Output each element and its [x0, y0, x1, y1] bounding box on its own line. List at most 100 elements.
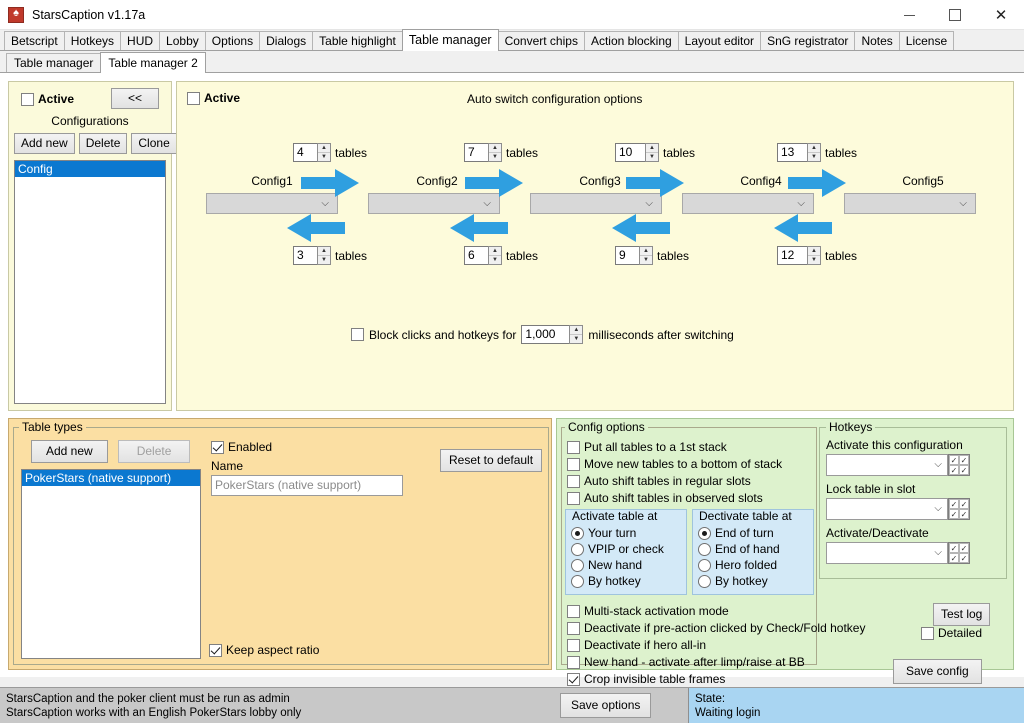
tab-hotkeys[interactable]: Hotkeys [63, 31, 122, 50]
unit-label: tables [335, 145, 368, 160]
save-options-button[interactable]: Save options [560, 693, 652, 718]
checkbox-icon [21, 92, 34, 106]
subtab-table-manager-2[interactable]: Table manager 2 [100, 52, 206, 73]
spinner-arrows-icon[interactable]: ▲ ▼ [488, 246, 502, 265]
reset-to-default-button[interactable]: Reset to default [440, 449, 543, 472]
tab-dialogs[interactable]: Dialogs [259, 31, 314, 50]
spinner-arrows-icon[interactable]: ▲ ▼ [488, 143, 502, 162]
detailed-checkbox[interactable]: Detailed [921, 626, 982, 640]
tab-options[interactable]: Options [204, 31, 261, 50]
spin-value[interactable]: 12 [777, 246, 807, 265]
hotkey-combo-2[interactable]: ⌵ [826, 498, 948, 520]
up-spinner-1[interactable]: 4 ▲ ▼ [293, 143, 331, 162]
config-option-checkbox-2[interactable]: Move new tables to a bottom of stack [567, 457, 782, 471]
close-icon[interactable]: ✕ [978, 0, 1024, 30]
hotkey-grid-icon-3[interactable]: ✓ ✓ ✓ ✓ [948, 542, 970, 564]
down-threshold-2: 6 ▲ ▼ tables [464, 246, 538, 265]
tab-sng-registrator[interactable]: SnG registrator [760, 31, 856, 50]
deactivate-option-end-of-hand[interactable]: End of hand [698, 542, 780, 556]
spinner-arrows-icon[interactable]: ▲ ▼ [317, 246, 331, 265]
config-clone-button[interactable]: Clone [131, 133, 177, 154]
tab-hud[interactable]: HUD [120, 31, 161, 50]
hotkey-combo-3[interactable]: ⌵ [826, 542, 948, 564]
spin-value[interactable]: 4 [293, 143, 317, 162]
down-spinner-4[interactable]: 12 ▲ ▼ [777, 246, 821, 265]
config-option-checkbox-4[interactable]: Auto shift tables in observed slots [567, 491, 763, 505]
spinner-arrows-icon[interactable]: ▲ ▼ [807, 246, 821, 265]
lower-option-checkbox-2[interactable]: Deactivate if pre-action clicked by Chec… [567, 621, 865, 635]
activate-option-your-turn[interactable]: Your turn [571, 526, 636, 540]
maximize-button[interactable] [932, 0, 978, 30]
subtab-table-manager[interactable]: Table manager [6, 53, 102, 72]
up-spinner-4[interactable]: 13 ▲ ▼ [777, 143, 821, 162]
hotkey-combo-1[interactable]: ⌵ [826, 454, 948, 476]
hotkeys-group-label: Hotkeys [826, 420, 876, 434]
deactivate-option-hero-folded[interactable]: Hero folded [698, 558, 777, 572]
list-item[interactable]: Config [15, 161, 165, 177]
tab-action-blocking[interactable]: Action blocking [583, 31, 679, 50]
keep-aspect-ratio-checkbox[interactable]: Keep aspect ratio [209, 643, 319, 657]
configurations-listbox[interactable]: Config [14, 160, 166, 404]
table-type-name-input[interactable]: PokerStars (native support) [211, 475, 403, 496]
table-type-add-new-button[interactable]: Add new [31, 440, 108, 463]
tab-notes[interactable]: Notes [854, 31, 900, 50]
table-types-listbox[interactable]: PokerStars (native support) [21, 469, 201, 659]
minimize-button[interactable] [886, 0, 932, 30]
detailed-label: Detailed [938, 626, 983, 640]
config-option-checkbox-3[interactable]: Auto shift tables in regular slots [567, 474, 751, 488]
spin-value[interactable]: 7 [464, 143, 488, 162]
spinner-arrows-icon[interactable]: ▲ ▼ [569, 325, 584, 344]
lower-option-label-4: New hand - activate after limp/raise at … [584, 655, 805, 669]
lower-option-checkbox-4[interactable]: New hand - activate after limp/raise at … [567, 655, 805, 669]
spinner-arrows-icon[interactable]: ▲ ▼ [317, 143, 331, 162]
tab-lobby[interactable]: Lobby [159, 31, 206, 50]
tab-convert-chips[interactable]: Convert chips [497, 31, 585, 50]
config-delete-button[interactable]: Delete [78, 133, 128, 154]
auto-switch-active-checkbox[interactable]: Active [187, 91, 240, 105]
hotkey-grid-icon-2[interactable]: ✓ ✓ ✓ ✓ [948, 498, 970, 520]
configurations-active-checkbox[interactable]: Active [21, 92, 74, 106]
spin-value[interactable]: 9 [615, 246, 639, 265]
test-log-button[interactable]: Test log [933, 603, 991, 626]
tab-license[interactable]: License [898, 31, 955, 50]
config-option-checkbox-1[interactable]: Put all tables to a 1st stack [567, 440, 727, 454]
spinner-arrows-icon[interactable]: ▲ ▼ [645, 143, 659, 162]
spin-value[interactable]: 6 [464, 246, 488, 265]
spin-value[interactable]: 3 [293, 246, 317, 265]
spin-value[interactable]: 1,000 [521, 325, 570, 344]
list-item[interactable]: PokerStars (native support) [22, 470, 200, 486]
tab-table-highlight[interactable]: Table highlight [312, 31, 403, 50]
block-clicks-spinner[interactable]: 1,000 ▲ ▼ [521, 325, 584, 344]
activate-option-by-hotkey[interactable]: By hotkey [571, 574, 641, 588]
down-spinner-1[interactable]: 3 ▲ ▼ [293, 246, 331, 265]
deactivate-option-by-hotkey[interactable]: By hotkey [698, 574, 768, 588]
tab-table-manager[interactable]: Table manager [401, 29, 499, 51]
config-select-5[interactable]: ⌵ [844, 193, 976, 214]
hotkey-grid-icon-1[interactable]: ✓ ✓ ✓ ✓ [948, 454, 970, 476]
save-config-button[interactable]: Save config [893, 659, 982, 684]
auto-switch-active-label: Active [204, 91, 241, 105]
config-add-new-button[interactable]: Add new [14, 133, 75, 154]
tab-betscript[interactable]: Betscript [4, 31, 65, 50]
sub-tab-strip: Table manager Table manager 2 [0, 51, 1024, 73]
block-clicks-checkbox[interactable] [351, 328, 364, 341]
spinner-arrows-icon[interactable]: ▲ ▼ [807, 143, 821, 162]
down-spinner-3[interactable]: 9 ▲ ▼ [615, 246, 653, 265]
lower-option-checkbox-3[interactable]: Deactivate if hero all-in [567, 638, 706, 652]
up-spinner-3[interactable]: 10 ▲ ▼ [615, 143, 659, 162]
collapse-button[interactable]: << [111, 88, 159, 109]
up-spinner-2[interactable]: 7 ▲ ▼ [464, 143, 502, 162]
activate-option-vpip-or-check[interactable]: VPIP or check [571, 542, 664, 556]
spin-value[interactable]: 13 [777, 143, 807, 162]
lower-option-checkbox-1[interactable]: Multi-stack activation mode [567, 604, 729, 618]
lower-option-checkbox-5[interactable]: Crop invisible table frames [567, 672, 725, 686]
table-type-delete-button[interactable]: Delete [117, 440, 191, 463]
activate-option-new-hand[interactable]: New hand [571, 558, 642, 572]
radio-icon [571, 574, 584, 588]
spinner-arrows-icon[interactable]: ▲ ▼ [639, 246, 653, 265]
table-type-enabled-checkbox[interactable]: Enabled [211, 440, 272, 454]
down-spinner-2[interactable]: 6 ▲ ▼ [464, 246, 502, 265]
spin-value[interactable]: 10 [615, 143, 645, 162]
tab-layout-editor[interactable]: Layout editor [677, 31, 762, 50]
deactivate-option-end-of-turn[interactable]: End of turn [698, 526, 774, 540]
